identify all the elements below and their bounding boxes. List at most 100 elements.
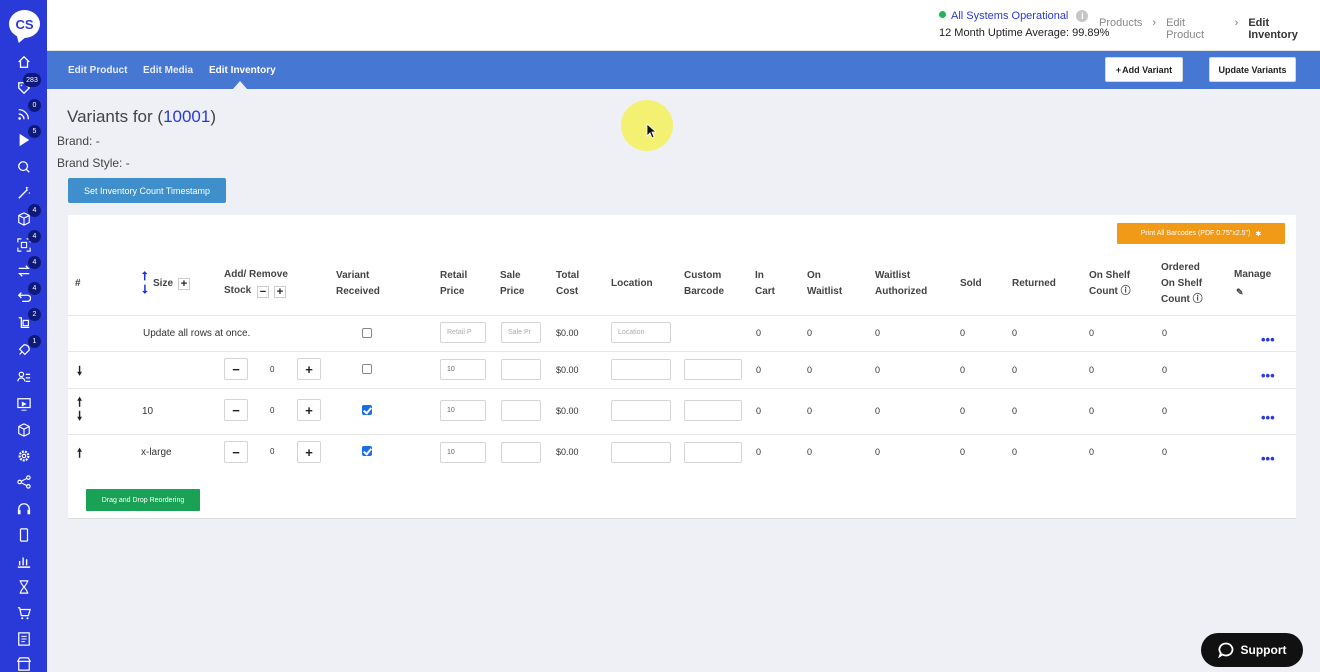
location-input[interactable] (611, 400, 671, 421)
title-suffix: ) (210, 107, 217, 126)
plus-all-button[interactable]: + (274, 286, 286, 298)
headset-icon[interactable] (15, 500, 33, 518)
info-circle-icon[interactable]: ⓘ (1193, 294, 1203, 305)
system-status[interactable]: All Systems Operational i (939, 10, 1089, 22)
bulk-row-label: Update all rows at once. (143, 328, 251, 339)
add-variant-label: Add Variant (1122, 64, 1173, 75)
variant-received-checkbox[interactable] (362, 364, 372, 374)
custom-barcode-input[interactable] (684, 359, 742, 380)
plus-icon: + (1115, 64, 1122, 75)
home-icon[interactable] (15, 53, 33, 71)
tab-edit-product[interactable]: Edit Product (68, 65, 127, 76)
more-options-icon[interactable]: ••• (1261, 451, 1275, 466)
notification-badge: 5 (28, 125, 41, 138)
location-input[interactable] (611, 442, 671, 463)
sale-price-input[interactable] (501, 400, 541, 421)
minus-all-button[interactable]: − (257, 286, 269, 298)
notification-badge: 2 (28, 308, 41, 321)
decrement-stock-button[interactable]: − (224, 441, 248, 463)
mobile-icon[interactable] (15, 526, 33, 544)
product-id-link[interactable]: 10001 (163, 107, 210, 126)
col-waitlist-authorized: Waitlist Authorized (875, 268, 927, 300)
sort-arrows-icon[interactable]: ⭡ ⭣ (142, 270, 148, 296)
stock-value[interactable]: 0 (270, 365, 274, 374)
custom-barcode-input[interactable] (684, 400, 742, 421)
on-shelf-count: 0 (1089, 365, 1095, 375)
stock-value[interactable]: 0 (270, 447, 274, 456)
decrement-stock-button[interactable]: − (224, 399, 248, 421)
store-icon[interactable] (15, 655, 33, 672)
info-icon[interactable]: i (1076, 10, 1089, 22)
retail-price-input[interactable]: 10 (440, 442, 486, 463)
stock-value[interactable]: 0 (270, 406, 274, 415)
drag-drop-reordering-button[interactable]: Drag and Drop Reordering (86, 489, 200, 511)
print-barcodes-button[interactable]: Print All Barcodes (PDF 0.75"x2.5") ✱ (1117, 223, 1285, 244)
bulk-sale-input[interactable]: Sale Pr (501, 322, 541, 343)
bulk-location-input[interactable]: Location (611, 322, 671, 343)
col-on-waitlist: On Waitlist (807, 268, 842, 300)
brand-style-text: Brand Style: - (57, 156, 130, 170)
cart-icon[interactable] (15, 604, 33, 622)
more-options-icon[interactable]: ••• (1261, 368, 1275, 383)
bulk-on-shelf: 0 (1089, 328, 1095, 338)
retail-price-input[interactable]: 10 (440, 359, 486, 380)
add-size-button[interactable]: + (178, 278, 190, 290)
info-circle-icon[interactable]: ⓘ (1121, 286, 1131, 297)
returned: 0 (1012, 365, 1018, 375)
tab-edit-inventory[interactable]: Edit Inventory (209, 65, 276, 76)
col-on-waitlist-line1: On (807, 270, 821, 281)
bulk-retail-input[interactable]: Retail P (440, 322, 486, 343)
col-received: Variant Received (336, 268, 380, 300)
sale-price-input[interactable] (501, 442, 541, 463)
increment-stock-button[interactable]: + (297, 358, 321, 380)
magic-wand-icon[interactable] (15, 184, 33, 202)
notification-badge: 4 (28, 282, 41, 295)
document-icon[interactable] (15, 630, 33, 648)
settings-icon[interactable] (15, 447, 33, 465)
update-variants-button[interactable]: Update Variants (1209, 57, 1296, 82)
sale-price-input[interactable] (501, 359, 541, 380)
move-up-down-icon[interactable]: 🠕 🠗 (77, 395, 82, 423)
variant-received-checkbox[interactable] (362, 405, 372, 415)
add-variant-button[interactable]: + Add Variant (1105, 57, 1183, 82)
tab-edit-media[interactable]: Edit Media (143, 65, 193, 76)
support-button[interactable]: Support (1201, 633, 1303, 667)
breadcrumb-edit-product[interactable]: Edit Product (1166, 17, 1225, 41)
breadcrumb-current: Edit Inventory (1248, 17, 1298, 41)
hourglass-icon[interactable] (15, 578, 33, 596)
tab-bar: Edit Product Edit Media Edit Inventory +… (47, 51, 1320, 89)
retail-price-input[interactable]: 10 (440, 400, 486, 421)
logo[interactable]: CS (9, 10, 40, 38)
location-input[interactable] (611, 359, 671, 380)
monitor-icon[interactable] (15, 395, 33, 413)
set-inventory-timestamp-button[interactable]: Set Inventory Count Timestamp (68, 178, 226, 203)
users-list-icon[interactable] (15, 368, 33, 386)
pencil-icon[interactable]: ✎ (1236, 284, 1244, 300)
custom-barcode-input[interactable] (684, 442, 742, 463)
ordered-count: 0 (1162, 406, 1168, 416)
share-icon[interactable] (15, 473, 33, 491)
move-down-icon[interactable]: 🠗 (77, 362, 82, 383)
chat-icon[interactable] (15, 158, 33, 176)
move-up-icon[interactable]: 🠕 (77, 444, 82, 465)
more-options-icon[interactable]: ••• (1261, 410, 1275, 425)
ordered-count: 0 (1162, 447, 1168, 457)
increment-stock-button[interactable]: + (297, 399, 321, 421)
status-link[interactable]: All Systems Operational (951, 10, 1068, 22)
bar-chart-icon[interactable] (15, 552, 33, 570)
notification-badge: 4 (28, 230, 41, 243)
increment-stock-button[interactable]: + (297, 441, 321, 463)
bulk-returned: 0 (1012, 328, 1018, 338)
col-retail: Retail Price (440, 268, 467, 300)
in-cart: 0 (756, 365, 762, 375)
bulk-waitlist-auth: 0 (875, 328, 881, 338)
breadcrumb-products[interactable]: Products (1099, 17, 1142, 41)
support-label: Support (1240, 643, 1287, 657)
box-icon[interactable] (15, 421, 33, 439)
more-options-icon[interactable]: ••• (1261, 332, 1275, 347)
bulk-on-waitlist: 0 (807, 328, 813, 338)
bulk-received-checkbox[interactable] (362, 328, 372, 338)
col-on-shelf-line2: Count (1089, 286, 1118, 297)
decrement-stock-button[interactable]: − (224, 358, 248, 380)
variant-received-checkbox[interactable] (362, 446, 372, 456)
